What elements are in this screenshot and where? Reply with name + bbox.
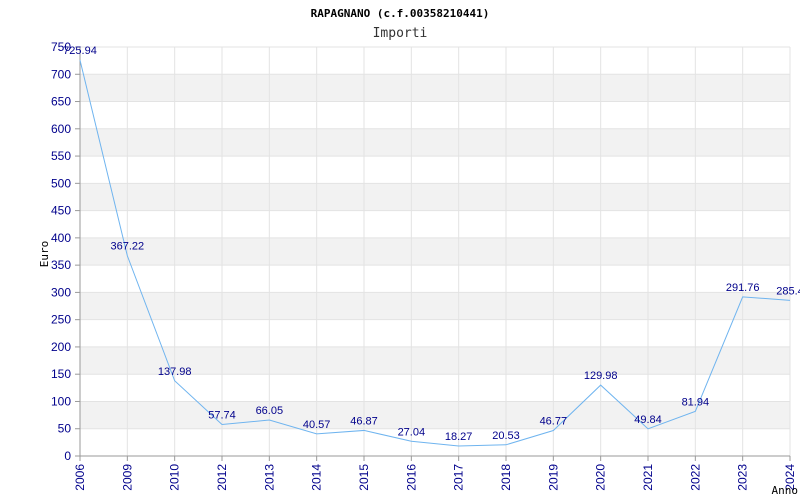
x-tick-label: 2021 [641, 464, 655, 491]
grid-band [80, 74, 790, 102]
data-label: 367.22 [111, 241, 145, 253]
x-tick-label: 2022 [688, 464, 702, 491]
y-tick-label: 0 [64, 449, 71, 463]
y-tick-label: 350 [51, 258, 71, 272]
x-tick-label: 2023 [736, 464, 750, 491]
data-label: 57.74 [208, 410, 236, 422]
chart-title: RAPAGNANO (c.f.00358210441) [311, 7, 490, 20]
y-tick-label: 550 [51, 149, 71, 163]
x-tick-label: 2013 [262, 464, 276, 491]
x-tick-label: 2015 [357, 464, 371, 491]
x-tick-label: 2019 [546, 464, 560, 491]
data-label: 18.27 [445, 431, 473, 443]
data-label: 725.94 [63, 45, 97, 57]
x-tick-label: 2006 [73, 464, 87, 491]
x-tick-label: 2014 [310, 464, 324, 491]
chart: 0 50 100 150 200 250 300 350 400 450 500 550 600 650 7… [38, 7, 800, 497]
data-label: 285.4 [776, 285, 800, 297]
x-tick-label: 2018 [499, 464, 513, 491]
data-label: 49.84 [634, 414, 662, 426]
y-axis-label: Euro [38, 241, 51, 268]
data-label: 291.76 [726, 282, 760, 294]
x-tick-label: 2017 [452, 464, 466, 491]
y-tick-labels: 0 50 100 150 200 250 300 350 400 450 500 550 600 650 7… [51, 40, 71, 463]
grid-band [80, 183, 790, 211]
y-tick-label: 500 [51, 176, 71, 190]
data-label: 129.98 [584, 370, 618, 382]
y-tick-label: 450 [51, 204, 71, 218]
y-tick-label: 150 [51, 367, 71, 381]
y-tick-label: 200 [51, 340, 71, 354]
y-tick-label: 250 [51, 313, 71, 327]
x-tick-label: 2009 [120, 464, 134, 491]
data-label: 46.77 [540, 415, 568, 427]
data-label: 20.53 [492, 430, 520, 442]
grid-band [80, 128, 790, 157]
y-tick-label: 300 [51, 285, 71, 299]
data-label: 81.94 [682, 396, 710, 408]
data-label: 66.05 [256, 405, 284, 417]
y-tick-label: 700 [51, 67, 71, 81]
data-label: 40.57 [303, 419, 331, 431]
data-label: 46.87 [350, 415, 378, 427]
grid-band [80, 237, 790, 266]
chart-subtitle: Importi [373, 26, 428, 41]
data-label: 27.04 [398, 426, 426, 438]
grid-band [80, 292, 790, 320]
x-tick-labels: 2006 2009 2010 2012 2013 2014 2015 2016 2017 2018… [73, 464, 797, 491]
x-tick-label: 2020 [594, 464, 608, 491]
y-tick-label: 600 [51, 122, 71, 136]
x-axis-label: Anno [772, 484, 799, 497]
y-tick-label: 400 [51, 231, 71, 245]
x-tick-label: 2010 [168, 464, 182, 491]
x-tick-label: 2012 [215, 464, 229, 491]
x-tick-label: 2016 [404, 464, 418, 491]
y-tick-label: 650 [51, 95, 71, 109]
y-tick-label: 50 [58, 422, 72, 436]
data-label: 137.98 [158, 366, 192, 378]
y-tick-label: 100 [51, 394, 71, 408]
